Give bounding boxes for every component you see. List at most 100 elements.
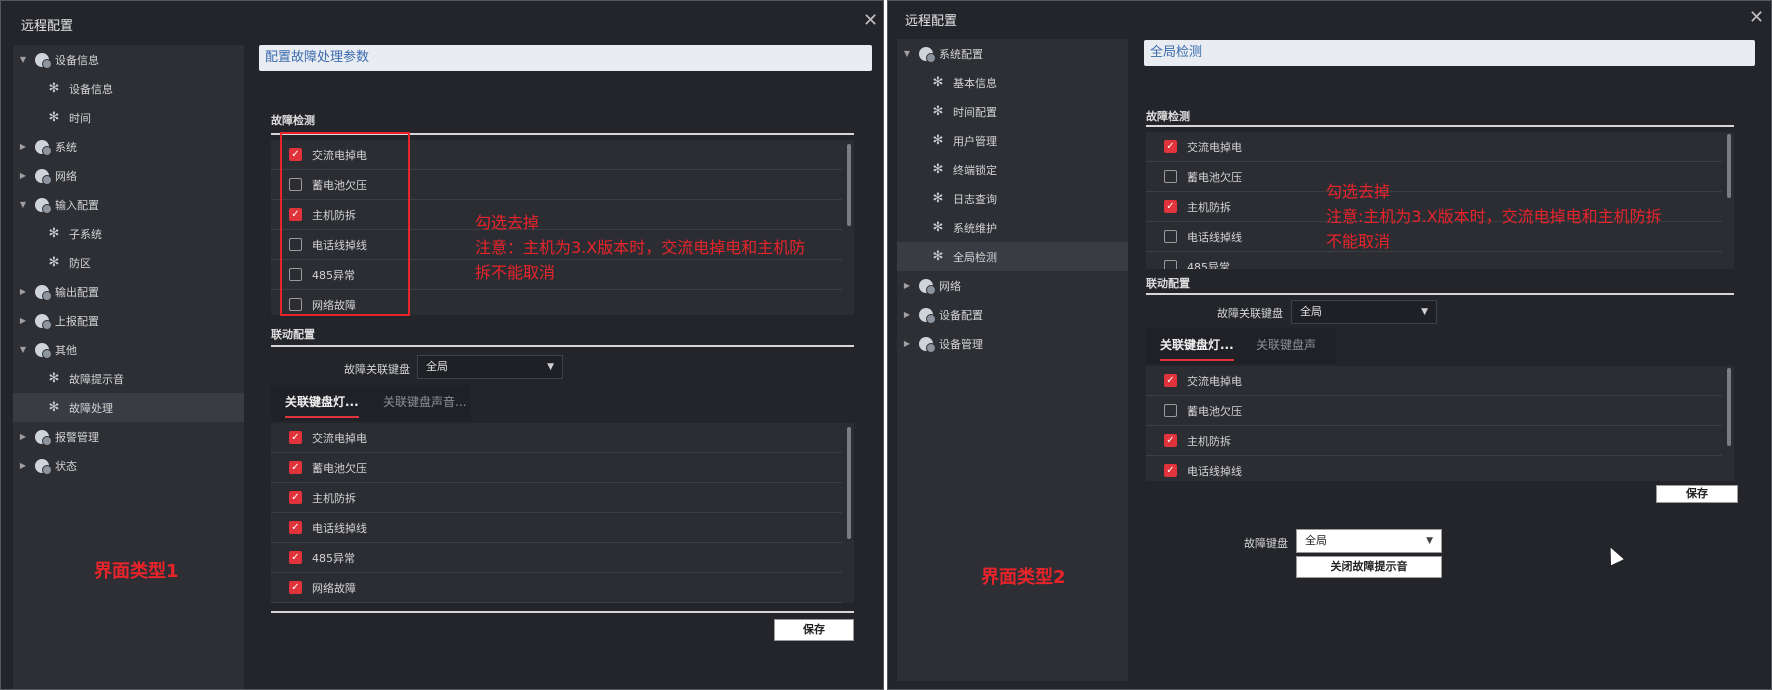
- tree-item[interactable]: ▶ 网络: [13, 161, 244, 190]
- close-icon[interactable]: ✕: [863, 12, 878, 30]
- checkbox[interactable]: ✓: [289, 461, 302, 474]
- checkbox[interactable]: ✓: [289, 491, 302, 504]
- gear-icon: ✻: [932, 220, 944, 235]
- gear-icon: ✻: [932, 162, 944, 177]
- section-divider: [271, 611, 854, 613]
- chevron-down-icon[interactable]: ▼: [901, 49, 913, 58]
- tab-keyboard-light[interactable]: 关联键盘灯...: [285, 385, 359, 421]
- scrollbar[interactable]: [1727, 134, 1731, 198]
- chevron-down-icon[interactable]: ▼: [17, 55, 29, 64]
- tree-item[interactable]: ✻ 防区: [13, 248, 244, 277]
- checkbox[interactable]: ✓: [1164, 200, 1177, 213]
- list-item-label: 电话线掉线: [312, 521, 367, 535]
- fault-keyboard-select[interactable]: 全局 ▼: [1296, 529, 1442, 553]
- tree-item[interactable]: ✻ 时间: [13, 103, 244, 132]
- tree-item[interactable]: ✻ 设备信息: [13, 74, 244, 103]
- tree-item-label: 故障提示音: [69, 372, 124, 386]
- tree-item[interactable]: ✻ 日志查询: [897, 184, 1128, 213]
- tab-keyboard-light[interactable]: 关联键盘灯...: [1160, 328, 1234, 364]
- keyboard-select-value: 全局: [1300, 305, 1322, 318]
- chevron-right-icon[interactable]: ▶: [17, 432, 29, 441]
- checkbox[interactable]: ✓: [289, 521, 302, 534]
- checkbox[interactable]: ✓: [1164, 140, 1177, 153]
- scrollbar[interactable]: [847, 427, 851, 539]
- tree-item[interactable]: ▼ 系统配置: [897, 39, 1128, 68]
- tree-item[interactable]: ▶ 报警管理: [13, 422, 244, 451]
- tree-item[interactable]: ✻ 故障处理: [13, 393, 244, 422]
- chevron-right-icon[interactable]: ▶: [17, 316, 29, 325]
- section-divider: [271, 345, 854, 347]
- config-tree: ▼ 设备信息 ✻ 设备信息 ✻ 时间 ▶ 系统 ▶ 网络 ▼ 输入配置 ✻ 子系统 ✻ 防区 ▶ 输出配置 ▶ 上报配…: [13, 45, 244, 689]
- annotation-note: 勾选去掉 注意:主机为3.X版本时，交流电掉电和主机防拆 不能取消: [1326, 179, 1662, 254]
- tree-item[interactable]: ✻ 系统维护: [897, 213, 1128, 242]
- note-line: 注意：主机为3.X版本时，交流电掉电和主机防: [475, 238, 806, 257]
- tree-item[interactable]: ▼ 设备信息: [13, 45, 244, 74]
- tree-item[interactable]: ✻ 全局检测: [897, 242, 1128, 271]
- tree-item[interactable]: ▶ 系统: [13, 132, 244, 161]
- tree-item-label: 终端锁定: [953, 163, 997, 177]
- chevron-down-icon[interactable]: ▼: [17, 345, 29, 354]
- tab-keyboard-sound[interactable]: 关联键盘声音...: [1256, 328, 1336, 386]
- list-item-label: 交流电掉电: [1187, 374, 1242, 388]
- checkbox[interactable]: [1164, 230, 1177, 243]
- tree-item[interactable]: ▶ 输出配置: [13, 277, 244, 306]
- list-item: ✓ 主机防拆: [271, 483, 842, 513]
- checkbox[interactable]: ✓: [1164, 374, 1177, 387]
- tree-item-label: 用户管理: [953, 134, 997, 148]
- tree-item[interactable]: ✻ 时间配置: [897, 97, 1128, 126]
- tree-item[interactable]: ▼ 输入配置: [13, 190, 244, 219]
- chevron-right-icon[interactable]: ▶: [17, 142, 29, 151]
- close-icon[interactable]: ✕: [1749, 9, 1764, 27]
- device-group-icon: [35, 168, 52, 185]
- tree-item[interactable]: ▼ 其他: [13, 335, 244, 364]
- list-item-label: 网络故障: [312, 581, 356, 595]
- tree-item[interactable]: ✻ 终端锁定: [897, 155, 1128, 184]
- keyboard-select[interactable]: 全局 ▼: [1291, 300, 1437, 324]
- page-header: 配置故障处理参数: [259, 45, 872, 71]
- list-item-label: 蓄电池欠压: [312, 461, 367, 475]
- chevron-down-icon[interactable]: ▼: [17, 200, 29, 209]
- checkbox[interactable]: [1164, 404, 1177, 417]
- tab-keyboard-sound[interactable]: 关联键盘声音...: [383, 385, 466, 421]
- chevron-right-icon[interactable]: ▶: [901, 281, 913, 290]
- tree-item-label: 网络: [55, 169, 77, 183]
- scrollbar[interactable]: [1727, 368, 1731, 446]
- tree-item[interactable]: ✻ 用户管理: [897, 126, 1128, 155]
- close-fault-tone-button[interactable]: 关闭故障提示音: [1296, 556, 1442, 578]
- checkbox[interactable]: [1164, 170, 1177, 183]
- tree-item[interactable]: ✻ 故障提示音: [13, 364, 244, 393]
- chevron-right-icon[interactable]: ▶: [17, 171, 29, 180]
- tree-item-label: 设备信息: [55, 53, 99, 67]
- tree-item[interactable]: ▶ 状态: [13, 451, 244, 480]
- checkbox[interactable]: [1164, 260, 1177, 269]
- tree-item-label: 其他: [55, 343, 77, 357]
- tree-item-label: 报警管理: [55, 430, 99, 444]
- tree-item[interactable]: ▶ 设备管理: [897, 329, 1128, 358]
- save-button[interactable]: 保存: [774, 619, 854, 641]
- checkbox[interactable]: ✓: [1164, 434, 1177, 447]
- chevron-right-icon[interactable]: ▶: [901, 310, 913, 319]
- gear-icon: ✻: [932, 133, 944, 148]
- chevron-right-icon[interactable]: ▶: [901, 339, 913, 348]
- tree-item[interactable]: ✻ 子系统: [13, 219, 244, 248]
- checkbox[interactable]: ✓: [289, 551, 302, 564]
- device-group-icon: [919, 46, 936, 63]
- keyboard-label: 故障关联键盘: [344, 363, 410, 376]
- tree-item[interactable]: ▶ 上报配置: [13, 306, 244, 335]
- list-item: 蓄电池欠压: [1146, 396, 1722, 426]
- fault-detection-title: 故障检测: [1146, 110, 1190, 123]
- checkbox[interactable]: ✓: [289, 431, 302, 444]
- tree-item[interactable]: ▶ 设备配置: [897, 300, 1128, 329]
- list-item: ✓ 蓄电池欠压: [271, 453, 842, 483]
- chevron-right-icon[interactable]: ▶: [17, 287, 29, 296]
- scrollbar[interactable]: [847, 144, 851, 226]
- save-button[interactable]: 保存: [1656, 485, 1738, 503]
- tree-item[interactable]: ▶ 网络: [897, 271, 1128, 300]
- checkbox[interactable]: ✓: [289, 581, 302, 594]
- chevron-down-icon: ▼: [1426, 536, 1433, 546]
- window-title: 远程配置: [905, 14, 958, 29]
- tree-item[interactable]: ✻ 基本信息: [897, 68, 1128, 97]
- keyboard-select[interactable]: 全局 ▼: [417, 355, 563, 379]
- checkbox[interactable]: ✓: [1164, 464, 1177, 477]
- chevron-right-icon[interactable]: ▶: [17, 461, 29, 470]
